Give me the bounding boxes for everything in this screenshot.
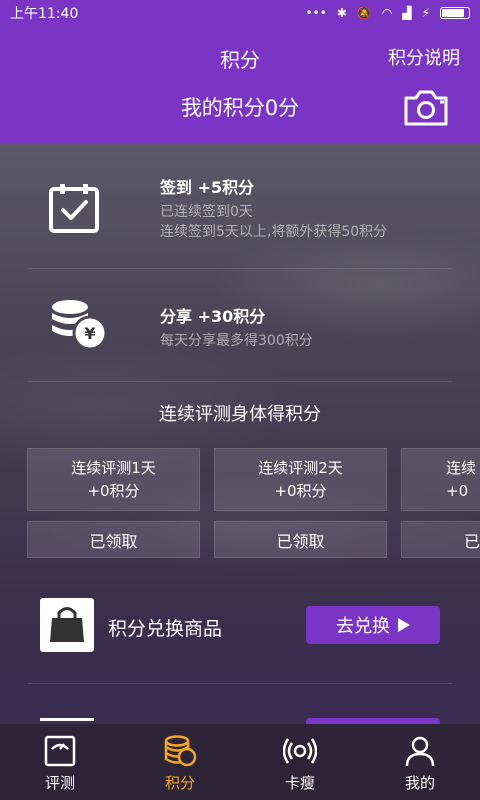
coins-icon — [164, 735, 197, 767]
signin-bonus-text: 连续签到5天以上,将额外获得50积分 — [160, 224, 388, 240]
play-arrow-icon — [398, 618, 410, 632]
nav-item-test[interactable]: 评测 — [0, 724, 120, 800]
streak-section-title: 连续评测身体得积分 — [159, 404, 321, 425]
claimed-button-day1[interactable]: 已领取 — [27, 521, 200, 558]
wifi-icon: ◠ — [381, 6, 393, 20]
points-rules-link[interactable]: 积分说明 — [388, 44, 460, 70]
calendar-check-icon — [49, 184, 99, 233]
nav-label-points: 积分 — [164, 774, 195, 792]
nav-label-test: 评测 — [44, 774, 75, 792]
shop-label: 积分兑换商品 — [108, 618, 223, 640]
share-limit-text: 每天分享最多得300积分 — [160, 333, 313, 349]
points-content: 签到 +5积分 已连续签到0天 连续签到5天以上,将额外获得50积分 ¥ 分享 … — [0, 144, 480, 724]
signal-icon — [283, 738, 317, 764]
signin-title: 签到 +5积分 — [160, 178, 255, 197]
streak-points: +0积分 — [87, 481, 140, 500]
points-shop-row: 积分兑换商品 去兑换 — [28, 578, 452, 684]
shopping-bag-icon — [50, 607, 84, 642]
battery-icon — [440, 7, 470, 19]
camera-icon[interactable] — [402, 88, 450, 128]
shop-icon-tile — [40, 598, 94, 652]
nav-item-mine[interactable]: 我的 — [360, 724, 480, 800]
nav-item-slim[interactable]: 卡瘦 — [240, 724, 360, 800]
task-row-share[interactable]: ¥ 分享 +30积分 每天分享最多得300积分 — [28, 269, 452, 382]
claimed-button-day2[interactable]: 已领取 — [214, 521, 387, 558]
signal-icon: ▟ — [402, 6, 412, 20]
share-title: 分享 +30积分 — [160, 307, 266, 326]
streak-card-day1: 连续评测1天 +0积分 — [27, 448, 200, 511]
nav-item-points[interactable]: 积分 — [120, 724, 240, 800]
header: 积分 积分说明 我的积分0分 — [0, 26, 480, 144]
redeem-button-label: 去兑换 — [336, 616, 390, 637]
status-time: 上午11:40 — [10, 6, 79, 22]
bottom-nav: 评测 积分 卡瘦 我的 — [0, 724, 480, 800]
redeem-button[interactable]: 去兑换 — [306, 606, 440, 644]
claimed-button-day3[interactable]: 已 — [401, 521, 480, 558]
nav-label-mine: 我的 — [404, 774, 435, 792]
status-bar: 上午11:40 ••• ✱ 🔕 ◠ ▟ ⚡ — [0, 0, 480, 26]
signin-streak-text: 已连续签到0天 — [160, 204, 253, 220]
streak-card-day3: 连续 +0 — [401, 448, 480, 511]
streak-card-day2: 连续评测2天 +0积分 — [214, 448, 387, 511]
coins-yen-icon: ¥ — [52, 300, 108, 351]
mute-icon: 🔕 — [356, 6, 372, 20]
nav-label-slim: 卡瘦 — [284, 774, 315, 792]
scale-icon — [44, 735, 76, 767]
status-icons: ••• ✱ 🔕 ◠ ▟ ⚡ — [306, 6, 470, 20]
more-icon: ••• — [305, 6, 327, 20]
charging-icon: ⚡ — [421, 6, 430, 20]
task-row-signin[interactable]: 签到 +5积分 已连续签到0天 连续签到5天以上,将额外获得50积分 — [28, 144, 452, 269]
streak-day-label: 连续评测2天 — [258, 458, 343, 477]
streak-points: +0 — [446, 481, 469, 500]
streak-points: +0积分 — [274, 481, 327, 500]
streak-day-label: 连续 — [446, 458, 477, 477]
svg-text:¥: ¥ — [84, 324, 95, 343]
bluetooth-icon: ✱ — [336, 6, 347, 20]
user-icon — [405, 736, 435, 767]
streak-day-label: 连续评测1天 — [71, 458, 156, 477]
